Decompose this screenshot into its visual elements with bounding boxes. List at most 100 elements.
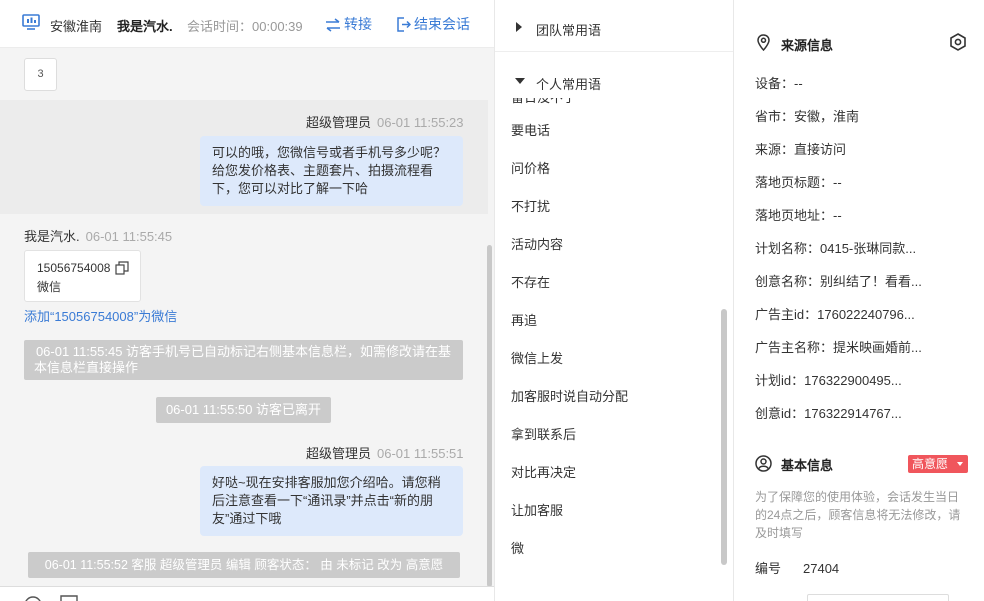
basic-info-title: 基本信息 [781,458,834,473]
phrase-item[interactable]: 问价格 [511,158,550,177]
bubble-line: 给您发价格表、主题套片、拍摄流程看 [212,163,434,178]
row-value: 176022240796... [817,307,915,322]
bubble-line: 友”通过下哦 [212,511,282,526]
info-panel: 来源信息 设备：-- 省市：安徽，淮南 来源：直接访问 落地页标题：-- 落地页… [735,0,984,601]
caret-down-icon [515,78,525,84]
source-row-advertiser-name: 广告主名称：提米映画婚前... [755,337,922,356]
intent-badge[interactable]: 高意愿 [908,455,968,473]
source-row-landing-url: 落地页地址：-- [755,205,842,224]
phrase-item[interactable]: 对比再决定 [511,462,576,481]
copy-icon[interactable] [115,261,129,275]
number-box[interactable]: 3 [24,58,57,91]
source-row-plan-name: 计划名称：0415-张琳同款... [755,238,916,257]
notice-line: 的24点之后，顾客信息将无法修改，请 [755,508,961,522]
bubble-line: 下，您可以对比了解一下哈 [212,181,369,196]
image-icon[interactable] [60,595,78,601]
row-value: 176322914767... [804,406,902,421]
bubble-line: 可以的哦，您微信号或者手机号多少呢？ [212,145,447,160]
source-row-creative-id: 创意id：176322914767... [755,403,902,422]
customer-id-row: 编号 27404 [755,558,839,577]
phrase-item[interactable]: 再追 [511,310,537,329]
visitor-name: 我是汽水. [117,19,173,34]
session-time-value: 00:00:39 [252,19,303,34]
group-label: 团队常用语 [536,23,602,38]
transfer-icon [326,18,340,32]
row-value: 0415-张琳同款... [820,241,917,256]
location-pin-icon [757,34,770,51]
notice-line: 及时填写 [755,526,804,540]
source-row-creative-name: 创意名称：别纠结了！看看... [755,271,922,290]
settings-hex-icon[interactable] [949,33,967,51]
row-value: -- [794,76,803,91]
contact-number: 15056754008 [37,261,111,275]
intent-badge-label: 高意愿 [912,457,949,471]
phrase-item[interactable]: 让加客服 [511,500,563,519]
chevron-down-icon [957,462,963,466]
phrase-item[interactable]: 不打扰 [511,196,550,215]
row-label: 来源： [755,142,795,157]
bubble-line: 好哒~现在安排客服加您介绍哈。请您稍 [212,475,441,490]
row-label: 落地页标题： [755,175,834,190]
visitor-message-meta: 我是汽水. 06-01 11:55:45 [24,226,172,245]
transfer-button[interactable]: 转接 [325,14,372,34]
end-session-label: 结束会话 [414,16,470,32]
bubble-line: 后注意查看一下“通讯录”并点击“新的朋 [212,493,433,508]
row-value: 提米映画婚前... [833,340,922,355]
source-row-advertiser-id: 广告主id：176022240796... [755,304,915,323]
row-label: 广告主名称： [755,340,834,355]
row-label: 创意id： [755,406,805,421]
phrase-item[interactable]: 留日没不了 [511,98,576,106]
row-label: 广告主id： [755,307,818,322]
row-value: 176322900495... [804,373,902,388]
row-label: 落地页地址： [755,208,834,223]
group-label: 个人常用语 [536,77,602,92]
caret-right-icon [516,22,522,32]
phrases-panel: 团队常用语 个人常用语 留日没不了 要电话 问价格 不打扰 活动内容 不存在 再… [494,0,734,601]
phrases-scrollbar[interactable] [721,309,727,565]
source-row-plan-id: 计划id：176322900495... [755,370,902,389]
notice-line: 06-01 11:55:45 访客手机号已自动标记右侧基本信息栏，如需修改请在基 [35,344,452,359]
end-session-button[interactable]: 结束会话 [396,14,470,34]
info-input-field[interactable] [807,594,949,601]
row-value: 直接访问 [794,142,847,157]
notice-line: 本信息栏直接操作 [34,360,139,375]
emoji-icon[interactable] [24,595,42,601]
user-circle-icon [755,455,772,472]
row-value: -- [833,175,842,190]
id-label: 编号 [755,561,782,576]
id-value: 27404 [803,561,840,576]
phrase-item[interactable]: 微 [511,538,524,557]
phrase-item[interactable]: 拿到联系后 [511,424,576,443]
session-time: 会话时间：00:00:39 [187,16,303,35]
system-notice: 06-01 11:55:50 访客已离开 [156,397,331,423]
source-row-province: 省市：安徽，淮南 [755,106,859,125]
team-phrases-group[interactable]: 团队常用语 [495,2,733,52]
sender-name: 我是汽水. [24,229,80,244]
logout-icon [397,17,412,32]
source-row-device: 设备：-- [755,73,803,92]
add-wechat-link[interactable]: 添加“15056754008”为微信 [24,306,177,325]
contact-card: 15056754008 微信 [24,250,141,302]
phrase-item[interactable]: 微信上发 [511,348,563,367]
contact-type: 微信 [37,280,62,294]
edit-notice: 为了保障您的使用体验，会话发生当日 的24点之后，顾客信息将无法修改，请 及时填… [755,488,969,542]
phrase-item[interactable]: 不存在 [511,272,550,291]
row-label: 创意名称： [755,274,821,289]
monitor-icon [22,14,40,30]
message-time: 06-01 11:55:23 [377,115,464,130]
phrase-item[interactable]: 活动内容 [511,234,563,253]
chat-header: 安徽淮南 我是汽水. 会话时间：00:00:39 转接 结束会话 [0,0,494,48]
chat-scrollbar[interactable] [487,245,492,587]
phrase-item[interactable]: 加客服时说自动分配 [511,386,628,405]
phrase-list: 留日没不了 要电话 问价格 不打扰 活动内容 不存在 再追 微信上发 加客服时说… [495,98,721,588]
row-label: 计划名称： [755,241,821,256]
sender-name: 超级管理员 [306,115,372,130]
row-label: 设备： [755,76,795,91]
transfer-label: 转接 [344,16,372,32]
system-notice: 06-01 11:55:52 客服 超级管理员 编辑 顾客状态： 由 未标记 改… [28,552,460,578]
phrase-item[interactable]: 要电话 [511,120,550,139]
message-time: 06-01 11:55:45 [85,229,173,244]
agent-message-bubble: 可以的哦，您微信号或者手机号多少呢？ 给您发价格表、主题套片、拍摄流程看 下，您… [200,136,463,206]
agent-message-meta: 超级管理员 06-01 11:55:51 [306,443,464,462]
source-info-title: 来源信息 [781,38,834,53]
